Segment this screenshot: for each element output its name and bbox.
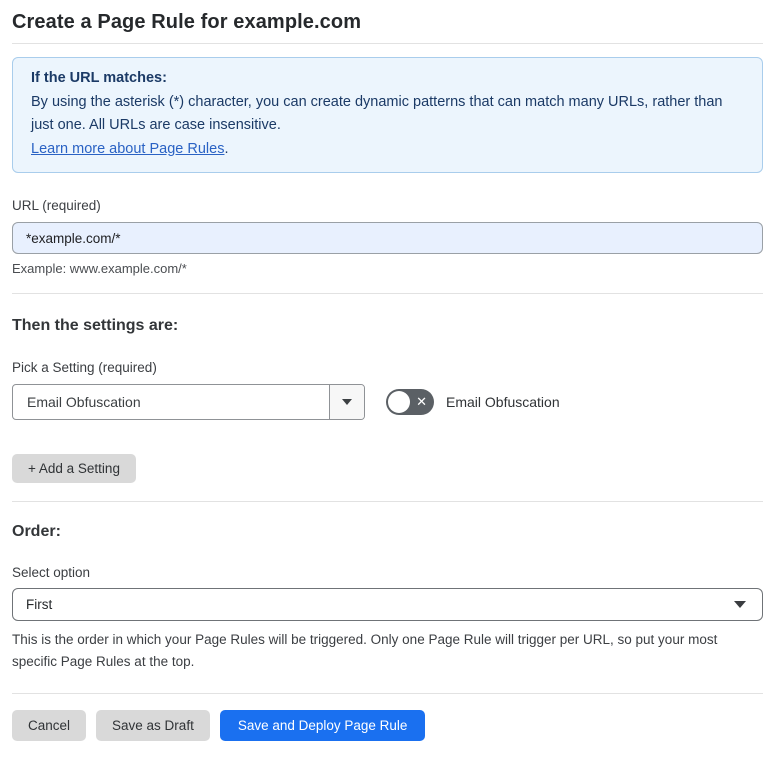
toggle-knob <box>388 391 410 413</box>
setting-select-value: Email Obfuscation <box>27 394 141 410</box>
setting-select[interactable]: Email Obfuscation <box>12 384 365 420</box>
section-divider-1 <box>12 293 763 294</box>
page-title: Create a Page Rule for example.com <box>12 11 362 33</box>
setting-select-arrow-button[interactable] <box>329 385 364 419</box>
learn-more-link[interactable]: Learn more about Page Rules <box>31 141 224 157</box>
info-box-body: By using the asterisk (*) character, you… <box>31 93 723 134</box>
link-suffix: . <box>224 140 229 157</box>
title-divider <box>12 43 763 44</box>
info-box-heading: If the URL matches: <box>31 70 167 86</box>
url-matches-info-box: If the URL matches: By using the asteris… <box>12 57 763 173</box>
save-and-deploy-button[interactable]: Save and Deploy Page Rule <box>219 710 426 741</box>
chevron-down-icon <box>342 399 352 405</box>
save-as-draft-button[interactable]: Save as Draft <box>96 710 210 741</box>
email-obfuscation-toggle[interactable]: ✕ <box>386 389 434 415</box>
url-input[interactable] <box>12 222 763 254</box>
section-divider-2 <box>12 501 763 502</box>
add-setting-button[interactable]: + Add a Setting <box>12 454 136 483</box>
order-select-value: First <box>26 597 53 612</box>
toggle-label: Email Obfuscation <box>446 394 560 410</box>
setting-row: Email Obfuscation ✕ Email Obfuscation <box>12 384 763 420</box>
order-help-text: This is the order in which your Page Rul… <box>12 632 718 669</box>
pick-setting-label: Pick a Setting (required) <box>12 360 157 375</box>
info-box-link-line: Learn more about Page Rules. <box>31 138 744 162</box>
chevron-down-icon <box>734 601 746 608</box>
url-field-label: URL (required) <box>12 198 101 213</box>
email-obfuscation-toggle-group: ✕ Email Obfuscation <box>386 389 560 415</box>
order-select-label: Select option <box>12 565 91 580</box>
toggle-off-x-icon: ✕ <box>416 394 427 410</box>
order-section-heading: Order: <box>12 523 61 540</box>
create-page-rule-panel: Create a Page Rule for example.com If th… <box>0 0 775 757</box>
order-select[interactable]: First <box>12 588 763 621</box>
footer-divider <box>12 693 763 694</box>
settings-section-heading: Then the settings are: <box>12 317 179 334</box>
url-example-text: Example: www.example.com/* <box>12 261 187 276</box>
footer-actions: Cancel Save as Draft Save and Deploy Pag… <box>12 710 763 741</box>
cancel-button[interactable]: Cancel <box>12 710 87 741</box>
